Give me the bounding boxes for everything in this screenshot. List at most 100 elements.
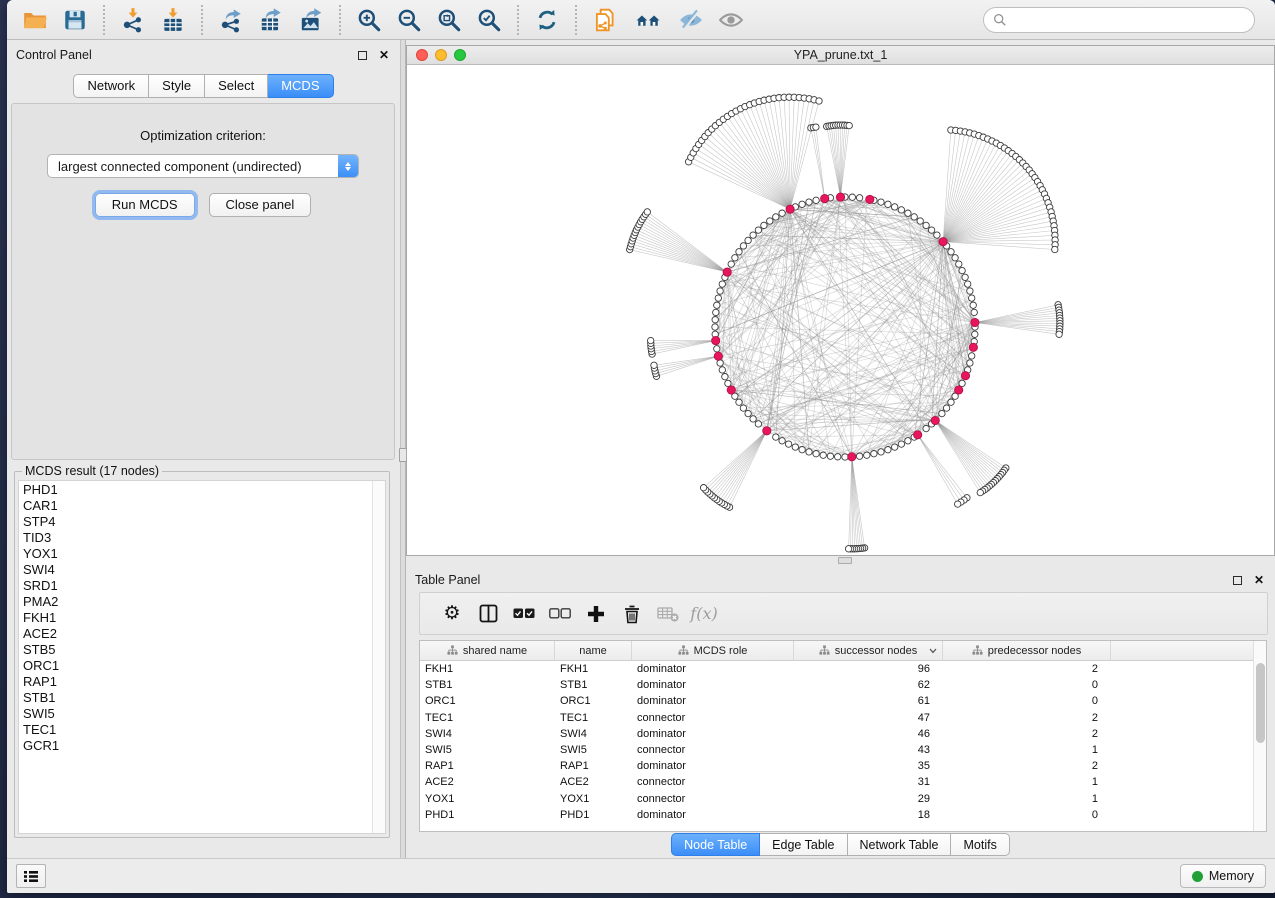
network-graph[interactable] <box>407 65 1274 555</box>
function-builder-button[interactable]: f(x) <box>686 597 722 631</box>
memory-button[interactable]: Memory <box>1180 864 1266 888</box>
zoom-out-icon <box>396 7 422 33</box>
two-houses-icon <box>635 7 661 33</box>
mcds-result-item[interactable]: SRD1 <box>23 578 385 594</box>
mcds-result-item[interactable]: ORC1 <box>23 658 385 674</box>
float-panel-button[interactable] <box>354 47 370 63</box>
show-all-button[interactable] <box>713 4 749 36</box>
cell-predecessor_nodes: 2 <box>943 728 1111 740</box>
zoom-out-button[interactable] <box>391 4 427 36</box>
column-header-shared-name[interactable]: shared name <box>420 641 555 660</box>
table-row[interactable]: FKH1FKH1dominator962 <box>420 661 1266 677</box>
cell-successor_nodes: 18 <box>794 809 943 821</box>
zoom-fit-button[interactable] <box>431 4 467 36</box>
table-row[interactable]: PHD1PHD1dominator180 <box>420 807 1266 823</box>
mcds-result-item[interactable]: TID3 <box>23 530 385 546</box>
cell-shared_name: FKH1 <box>420 663 555 675</box>
table-scrollbar[interactable] <box>1253 641 1266 831</box>
mcds-result-item[interactable]: STB5 <box>23 642 385 658</box>
scrollbar-thumb[interactable] <box>1256 663 1265 743</box>
tab-edge-table[interactable]: Edge Table <box>760 833 847 856</box>
select-stepper-icon <box>338 155 358 177</box>
select-all-button[interactable] <box>506 597 542 631</box>
mcds-result-item[interactable]: TEC1 <box>23 722 385 738</box>
close-table-panel-button[interactable]: ✕ <box>1251 572 1267 588</box>
table-row[interactable]: SWI4SWI4dominator462 <box>420 726 1266 742</box>
export-table-button[interactable] <box>253 4 289 36</box>
tab-network-table[interactable]: Network Table <box>848 833 952 856</box>
mcds-result-item[interactable]: ACE2 <box>23 626 385 642</box>
tab-motifs[interactable]: Motifs <box>951 833 1009 856</box>
criterion-selected-value: largest connected component (undirected) <box>48 159 338 174</box>
refresh-layout-button[interactable] <box>529 4 565 36</box>
table-row[interactable]: RAP1RAP1dominator352 <box>420 758 1266 774</box>
column-header-MCDS-role[interactable]: MCDS role <box>632 641 794 660</box>
mcds-result-item[interactable]: FKH1 <box>23 610 385 626</box>
import-table-button[interactable] <box>155 4 191 36</box>
show-columns-button[interactable] <box>470 597 506 631</box>
cell-successor_nodes: 96 <box>794 663 943 675</box>
horizontal-splitter[interactable] <box>406 556 1275 565</box>
tab-style[interactable]: Style <box>149 74 205 98</box>
close-mcds-panel-button[interactable]: Close panel <box>209 193 312 217</box>
tab-select[interactable]: Select <box>205 74 268 98</box>
column-header-name[interactable]: name <box>555 641 632 660</box>
mcds-result-item[interactable]: SWI4 <box>23 562 385 578</box>
mcds-result-item[interactable]: GCR1 <box>23 738 385 754</box>
table-row[interactable]: ACE2ACE2connector311 <box>420 774 1266 790</box>
clone-network-button[interactable] <box>587 4 623 36</box>
mcds-result-item[interactable]: SWI5 <box>23 706 385 722</box>
search-input[interactable] <box>1007 13 1245 27</box>
export-network-button[interactable] <box>213 4 249 36</box>
run-mcds-button[interactable]: Run MCDS <box>95 193 195 217</box>
mcds-result-item[interactable]: PMA2 <box>23 594 385 610</box>
mcds-result-item[interactable]: CAR1 <box>23 498 385 514</box>
delete-column-button[interactable] <box>614 597 650 631</box>
mcds-result-item[interactable]: PHD1 <box>23 482 385 498</box>
mcds-result-item[interactable]: RAP1 <box>23 674 385 690</box>
table-row[interactable]: ORC1ORC1dominator610 <box>420 693 1266 709</box>
mcds-result-item[interactable]: YOX1 <box>23 546 385 562</box>
cell-name: YOX1 <box>555 793 632 805</box>
mcds-result-item[interactable]: STB1 <box>23 690 385 706</box>
delete-table-button[interactable] <box>650 597 686 631</box>
tab-mcds[interactable]: MCDS <box>268 74 333 98</box>
table-row[interactable]: SWI5SWI5connector431 <box>420 742 1266 758</box>
mcds-result-item[interactable]: STP4 <box>23 514 385 530</box>
column-header-successor-nodes[interactable]: successor nodes <box>794 641 943 660</box>
tab-network[interactable]: Network <box>73 74 149 98</box>
import-network-button[interactable] <box>115 4 151 36</box>
cell-mcds_role: dominator <box>632 663 794 675</box>
refresh-icon <box>534 7 560 33</box>
tab-node-table[interactable]: Node Table <box>671 833 760 856</box>
close-panel-button[interactable]: ✕ <box>376 47 392 63</box>
save-session-button[interactable] <box>57 4 93 36</box>
zoom-in-button[interactable] <box>351 4 387 36</box>
table-row[interactable]: STB1STB1dominator620 <box>420 677 1266 693</box>
fx-icon: f(x) <box>690 604 717 623</box>
unchecked-boxes-icon <box>549 608 571 619</box>
zoom-selected-button[interactable] <box>471 4 507 36</box>
add-column-button[interactable] <box>578 597 614 631</box>
eye-icon <box>718 7 744 33</box>
cell-successor_nodes: 61 <box>794 695 943 707</box>
cell-mcds_role: dominator <box>632 695 794 707</box>
float-table-panel-button[interactable] <box>1229 572 1245 588</box>
network-canvas[interactable] <box>407 65 1274 555</box>
table-options-button[interactable]: ⚙ <box>434 597 470 631</box>
criterion-select[interactable]: largest connected component (undirected) <box>47 154 359 178</box>
splitter-handle[interactable] <box>838 557 852 564</box>
table-row[interactable]: YOX1YOX1connector291 <box>420 791 1266 807</box>
task-history-button[interactable] <box>16 864 46 888</box>
deselect-all-button[interactable] <box>542 597 578 631</box>
table-row[interactable]: TEC1TEC1connector472 <box>420 710 1266 726</box>
mcds-tab-content: Optimization criterion: largest connecte… <box>11 103 395 460</box>
cell-mcds_role: connector <box>632 712 794 724</box>
result-list-scrollbar[interactable] <box>372 481 385 833</box>
export-image-button[interactable] <box>293 4 329 36</box>
first-neighbors-button[interactable] <box>627 4 669 36</box>
hide-selected-button[interactable] <box>673 4 709 36</box>
list-icon <box>23 869 39 884</box>
open-file-button[interactable] <box>17 4 53 36</box>
column-header-predecessor-nodes[interactable]: predecessor nodes <box>943 641 1111 660</box>
